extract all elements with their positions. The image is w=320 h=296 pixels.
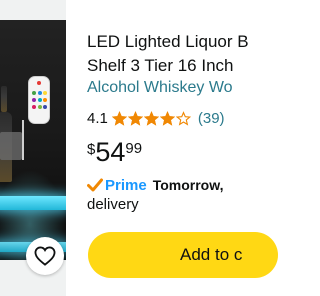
heart-outline-icon (34, 246, 56, 266)
bottle-label-graphic (0, 132, 22, 160)
add-to-cart-button[interactable]: Add to c (88, 232, 278, 278)
remote-cord-graphic (22, 120, 24, 160)
prime-delivery-row: Prime Tomorrow, (87, 175, 223, 195)
price-fraction: 99 (125, 140, 143, 157)
star-full-icon (143, 110, 159, 126)
bottle-neck-graphic (1, 86, 7, 112)
star-rating[interactable] (111, 110, 192, 126)
rating-value: 4.1 (87, 109, 108, 127)
star-full-icon (159, 110, 175, 126)
delivery-label: delivery (87, 196, 139, 213)
price-currency: $ (87, 141, 96, 158)
star-full-icon (127, 110, 143, 126)
product-image-panel[interactable] (0, 0, 66, 296)
product-title-line: Shelf 3 Tier 16 Inch (87, 56, 234, 75)
price-whole: 54 (95, 137, 126, 167)
product-title-link[interactable]: LED Lighted Liquor B Shelf 3 Tier 16 Inc… (87, 30, 257, 78)
prime-check-icon (87, 178, 103, 192)
product-price: $ 54 99 (87, 136, 142, 170)
add-to-cart-label: Add to c (180, 245, 243, 264)
delivery-day: Tomorrow, (152, 177, 224, 193)
rating-row[interactable]: 4.1 (39) (87, 108, 225, 128)
star-partial-icon (175, 110, 191, 126)
remote-control-graphic (28, 76, 50, 124)
product-image[interactable] (0, 20, 66, 260)
product-title-line: LED Lighted Liquor B (87, 32, 249, 51)
product-brand-link[interactable]: Alcohol Whiskey Wo (87, 79, 257, 97)
prime-badge: Prime (105, 176, 147, 194)
led-shelf-graphic (0, 196, 66, 210)
star-full-icon (111, 110, 127, 126)
wishlist-button[interactable] (26, 237, 64, 275)
review-count-link[interactable]: (39) (198, 110, 225, 127)
